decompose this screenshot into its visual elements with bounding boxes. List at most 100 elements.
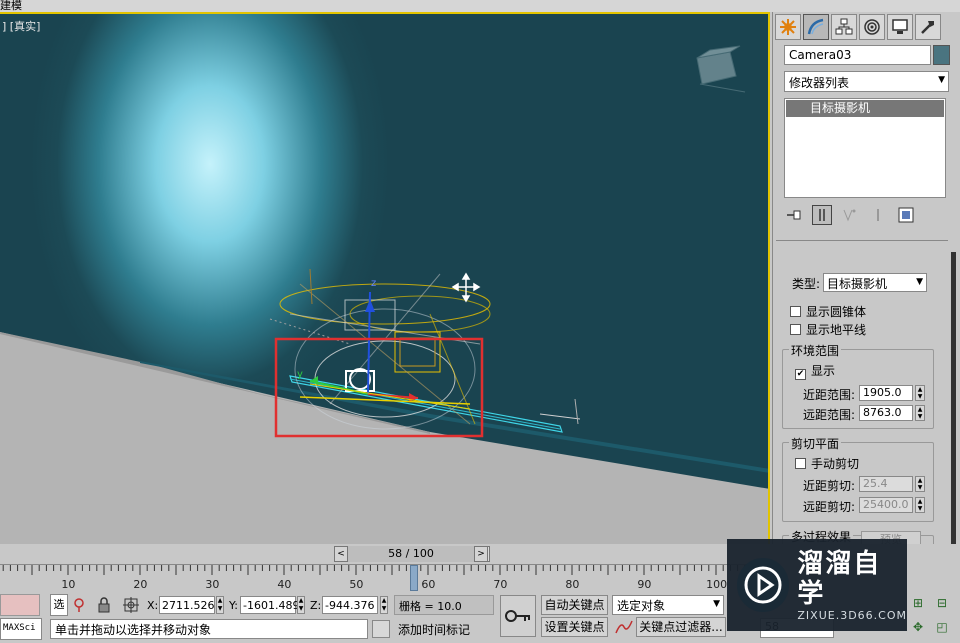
spinner-arrows-icon[interactable]: ▲ ▼ (915, 497, 925, 513)
motion-icon (864, 19, 880, 35)
environment-range-group: 环境范围 ✔ 显示 近距范围: 1905.0 ▲ ▼ 远距范围: 8763.0 ▲ ▼ (782, 342, 934, 429)
zoom-extents-icon[interactable]: ⊞ (909, 594, 927, 612)
env-show-label: 显示 (811, 364, 836, 378)
track-bar[interactable]: 10 20 30 40 50 60 70 80 90 100 (0, 564, 760, 592)
key-filters-button[interactable]: 关键点过滤器... (636, 617, 726, 637)
manual-clip-label: 手动剪切 (811, 457, 860, 471)
configure-sets-button[interactable] (896, 205, 916, 225)
auto-key-button[interactable]: 自动关键点 (541, 595, 608, 615)
object-name-field[interactable]: Camera03 (784, 45, 931, 65)
show-cone-checkbox[interactable]: 显示圆锥体 (790, 303, 866, 320)
command-panel-scrollbar[interactable] (951, 252, 956, 544)
spinner-arrows-icon[interactable]: ▲ ▼ (915, 385, 925, 401)
command-panel: Camera03 修改器列表 ▼ 目标摄影机 类型: 目标摄影机 ▼ 显示圆锥体 (772, 12, 960, 544)
track-tick-label: 70 (493, 578, 508, 591)
tangent-curve-icon (615, 620, 633, 634)
spinner-arrows-icon[interactable]: ▲ ▼ (915, 405, 925, 421)
spinner-arrows-icon[interactable]: ▲ ▼ (380, 596, 388, 614)
utilities-tab[interactable] (915, 14, 941, 40)
show-end-result-button[interactable] (812, 205, 832, 225)
far-box (696, 45, 746, 93)
zoom-extents-all-icon[interactable]: ⊟ (933, 594, 951, 612)
set-keys-button[interactable] (500, 595, 536, 637)
track-tick-label: 20 (133, 578, 148, 591)
near-clip-spinner[interactable]: 25.4 (859, 476, 913, 492)
move-cursor-icon (451, 272, 481, 303)
x-label: X: (147, 599, 159, 612)
viewport-navigation-controls: ⊞ ⊟ ✥ ◰ (907, 592, 960, 643)
show-end-result-icon (819, 209, 825, 221)
motion-tab[interactable] (859, 14, 885, 40)
isolate-button[interactable] (70, 595, 88, 615)
display-tab[interactable] (887, 14, 913, 40)
create-icon (780, 19, 796, 35)
environment-range-title: 环境范围 (789, 342, 842, 359)
far-clip-label: 远距剪切: (803, 500, 856, 514)
watermark-title: 溜溜自学 (797, 548, 882, 609)
spinner-arrows-icon[interactable]: ▲ ▼ (915, 476, 925, 492)
time-slider-label[interactable]: 58 / 100 (348, 546, 474, 562)
chevron-right-icon: > (477, 549, 485, 559)
spinner-arrows-icon[interactable]: ▲ ▼ (216, 596, 224, 614)
next-frame-button[interactable]: > (474, 546, 488, 562)
time-slider[interactable]: < 58 / 100 > (0, 544, 770, 564)
add-time-tag-button[interactable]: 添加时间标记 (394, 619, 494, 639)
prompt-line: 单击并拖动以选择并移动对象 (50, 619, 368, 639)
far-clip-spinner[interactable]: 25400.0 (859, 497, 913, 513)
viewport-scene: y z (0, 45, 768, 544)
create-tab[interactable] (775, 14, 801, 40)
isolate-icon (74, 598, 84, 612)
prev-frame-button[interactable]: < (334, 546, 348, 562)
track-tick-label: 40 (277, 578, 292, 591)
status-bar: MAXSci 选 X: 2711.526 ▲ ▼ Y: -1601.489 ▲ ▼ … (0, 592, 730, 643)
manual-clip-checkbox[interactable]: 手动剪切 (795, 455, 859, 472)
default-in-out-tangent-button[interactable] (614, 617, 634, 637)
maxscript-listener-indicator[interactable] (0, 594, 40, 616)
watermark-overlay: 溜溜自学 ZIXUE.3D66.COM (727, 539, 907, 631)
near-range-spinner[interactable]: 1905.0 (859, 385, 913, 401)
hierarchy-tab[interactable] (831, 14, 857, 40)
remove-modifier-button[interactable] (868, 205, 888, 225)
type-label: 类型: (792, 277, 821, 291)
move-gizmo: y z (297, 278, 471, 410)
modifier-list-dropdown[interactable]: 修改器列表 ▼ (784, 71, 949, 92)
track-tick-label: 30 (205, 578, 220, 591)
y-coordinate-field[interactable]: -1601.489 (240, 596, 299, 614)
maximize-viewport-icon[interactable]: ◰ (933, 618, 951, 636)
selection-lock-button[interactable] (95, 595, 113, 615)
hierarchy-icon (835, 18, 853, 35)
set-key-button[interactable]: 设置关键点 (541, 617, 608, 637)
command-panel-tabs (775, 14, 941, 42)
watermark-url: ZIXUE.3D66.COM (797, 608, 907, 622)
time-cursor[interactable] (409, 565, 418, 591)
near-clip-label: 近距剪切: (803, 479, 856, 493)
show-horizon-checkbox[interactable]: 显示地平线 (790, 321, 866, 338)
perspective-viewport[interactable]: ] [真实] y z (0, 12, 770, 544)
absolute-mode-button[interactable] (122, 595, 140, 615)
remove-modifier-icon (877, 209, 879, 221)
modifier-stack[interactable]: 目标摄影机 (784, 98, 946, 198)
selection-lock-field[interactable]: 选 (50, 594, 68, 616)
camera-type-dropdown[interactable]: 目标摄影机 ▼ (823, 273, 927, 292)
make-unique-icon (843, 209, 856, 222)
track-tick-label: 80 (565, 578, 580, 591)
pin-icon (787, 210, 801, 220)
time-tag-icon[interactable] (372, 620, 390, 638)
env-show-checkbox[interactable]: ✔ 显示 (795, 362, 835, 380)
maxscript-mini-listener[interactable]: MAXSci (0, 618, 42, 640)
clipping-planes-title: 剪切平面 (789, 435, 842, 452)
orbit-icon[interactable]: ✥ (909, 618, 927, 636)
key-selection-dropdown[interactable]: 选定对象 ▼ (612, 595, 724, 615)
modify-tab[interactable] (803, 14, 829, 40)
object-color-swatch[interactable] (933, 45, 950, 65)
stack-item-target-camera[interactable]: 目标摄影机 (786, 100, 944, 117)
x-coordinate-field[interactable]: 2711.526 (159, 596, 215, 614)
z-coordinate-field[interactable]: -944.376 (322, 596, 378, 614)
configure-sets-icon (898, 207, 914, 223)
chevron-down-icon: ▼ (938, 75, 945, 85)
make-unique-button[interactable] (840, 205, 860, 225)
far-range-label: 远距范围: (803, 408, 856, 422)
far-range-spinner[interactable]: 8763.0 (859, 405, 913, 421)
pin-stack-button[interactable] (784, 205, 804, 225)
spinner-arrows-icon[interactable]: ▲ ▼ (297, 596, 305, 614)
